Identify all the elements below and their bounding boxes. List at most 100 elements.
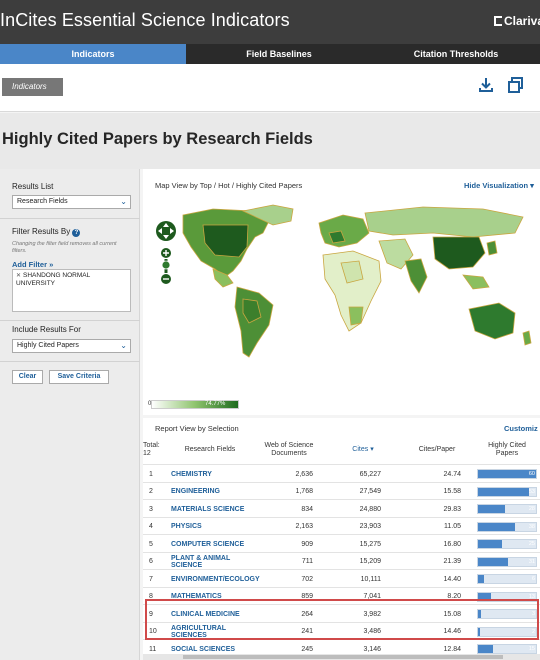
cites-per-paper-cell: 11.05 [444, 523, 461, 530]
hcp-value: 15 [528, 646, 535, 652]
hcp-value: 53 [528, 488, 535, 495]
include-results-value: Highly Cited Papers [17, 342, 79, 349]
filter-chip: ✕ SHANDONG NORMAL UNIVERSITY [16, 272, 128, 288]
hcp-bar: 25 [477, 539, 537, 549]
page-heading: Highly Cited Papers by Research Fields [0, 113, 540, 169]
filter-chip-label: SHANDONG NORMAL UNIVERSITY [16, 272, 90, 287]
chevron-down-icon: ⌄ [120, 341, 127, 350]
brand-mark-icon [494, 16, 502, 26]
hcp-bar: 31 [477, 556, 537, 567]
rank-cell: 6 [149, 558, 153, 565]
field-link[interactable]: MATERIALS SCIENCE [171, 500, 251, 518]
breadcrumb[interactable]: Indicators [2, 78, 63, 96]
field-link[interactable]: ENVIRONMENT/ECOLOGY [171, 570, 260, 588]
cites-cell: 15,209 [359, 558, 381, 565]
documents-cell: 909 [301, 540, 313, 548]
rank-cell: 5 [149, 540, 153, 548]
add-filter-link[interactable]: Add Filter » [12, 260, 53, 269]
divider [0, 320, 140, 321]
filter-results-label: Filter Results By ? [12, 227, 81, 237]
field-link[interactable]: PLANT & ANIMAL SCIENCE [171, 553, 251, 571]
cites-per-paper-header[interactable]: Cites/Paper [409, 446, 465, 454]
save-criteria-button[interactable]: Save Criteria [49, 370, 109, 384]
hcp-value: 25 [528, 541, 535, 547]
hcp-bar: 15 [477, 644, 537, 654]
field-link[interactable]: PHYSICS [171, 518, 251, 536]
hcp-bar: 60 [477, 469, 537, 479]
rank-cell: 4 [149, 523, 153, 530]
tab-citation-thresholds[interactable]: Citation Thresholds [372, 44, 540, 64]
cites-cell: 27,549 [359, 488, 381, 495]
rank-cell: 2 [149, 488, 153, 495]
sort-desc-icon: ▾ [370, 446, 374, 453]
filter-sidebar: Results List Research Fields ⌄ Filter Re… [0, 169, 140, 660]
documents-cell: 1,768 [295, 488, 313, 495]
highly-cited-papers-header[interactable]: Highly Cited Papers [477, 442, 537, 458]
main-nav: Indicators Field Baselines Citation Thre… [0, 44, 540, 64]
horizontal-scrollbar[interactable] [143, 654, 540, 660]
research-fields-header[interactable]: Research Fields [175, 446, 245, 454]
map-visualization: Map View by Top / Hot / Highly Cited Pap… [143, 169, 540, 415]
hcp-value: 60 [528, 471, 535, 477]
cites-per-paper-cell: 16.80 [443, 540, 461, 548]
cites-cell: 24,880 [359, 505, 381, 513]
map-legend [151, 400, 239, 409]
toolbar: Indicators [0, 64, 540, 112]
results-list-select[interactable]: Research Fields ⌄ [12, 195, 131, 209]
cites-per-paper-cell: 15.58 [443, 488, 461, 495]
field-link[interactable]: COMPUTER SCIENCE [171, 535, 251, 553]
hcp-value: 38 [528, 523, 535, 530]
app-header: InCites Essential Science Indicators Cla… [0, 0, 540, 44]
clear-button[interactable]: Clear [12, 370, 43, 384]
hcp-value: 6 [531, 576, 535, 582]
field-link[interactable]: ENGINEERING [171, 483, 251, 501]
hide-visualization-link[interactable]: Hide Visualization ▾ [464, 181, 534, 190]
documents-cell: 2,636 [295, 470, 313, 478]
rank-cell: 3 [149, 505, 153, 513]
hcp-value: 31 [528, 558, 535, 565]
field-link[interactable]: CHEMISTRY [171, 465, 251, 483]
table-row[interactable]: 4 PHYSICS 2,163 23,903 11.05 38 [143, 516, 540, 536]
map-zoom-controls[interactable] [155, 219, 181, 296]
remove-filter-icon[interactable]: ✕ [16, 272, 21, 280]
hcp-bar-fill [478, 505, 506, 513]
results-list-label: Results List [12, 182, 54, 191]
total-header: Total: 12 [143, 442, 160, 457]
cites-header[interactable]: Cites ▾ [343, 446, 383, 454]
legend-max-label: 74.77% [205, 401, 226, 407]
divider [0, 218, 140, 219]
app-title: InCites Essential Science Indicators [0, 10, 290, 30]
tab-field-baselines[interactable]: Field Baselines [186, 44, 372, 64]
world-map[interactable] [143, 203, 540, 363]
table-row[interactable]: 7 ENVIRONMENT/ECOLOGY 702 10,111 14.40 6 [143, 569, 540, 587]
hcp-bar-fill [478, 645, 493, 653]
cites-cell: 15,275 [359, 540, 381, 548]
help-icon[interactable]: ? [72, 229, 81, 237]
cites-cell: 65,227 [359, 470, 381, 478]
customize-link[interactable]: Customiz [504, 424, 538, 433]
cites-header-label: Cites [352, 446, 369, 453]
download-icon[interactable] [477, 76, 495, 94]
documents-cell: 834 [301, 505, 313, 513]
print-icon[interactable] [507, 76, 525, 94]
rank-cell: 1 [149, 470, 153, 478]
filter-note: Changing the filter field removes all cu… [12, 241, 117, 254]
table-row[interactable]: 2 ENGINEERING 1,768 27,549 15.58 53 [143, 481, 540, 501]
table-row[interactable]: 1 CHEMISTRY 2,636 65,227 24.74 60 [143, 464, 540, 482]
hcp-bar-fill [478, 557, 508, 566]
rank-cell: 7 [149, 575, 153, 583]
scrollbar-thumb[interactable] [183, 655, 503, 659]
table-row[interactable]: 5 COMPUTER SCIENCE 909 15,275 16.80 25 [143, 534, 540, 552]
include-results-select[interactable]: Highly Cited Papers ⌄ [12, 339, 131, 353]
tab-indicators[interactable]: Indicators [0, 44, 186, 64]
table-row[interactable]: 6 PLANT & ANIMAL SCIENCE 711 15,209 21.39 31 [143, 551, 540, 571]
table-row[interactable]: 3 MATERIALS SCIENCE 834 24,880 29.83 28 [143, 499, 540, 517]
results-list-value: Research Fields [17, 198, 68, 205]
map-title: Map View by Top / Hot / Highly Cited Pap… [155, 181, 303, 190]
cites-per-paper-cell: 21.39 [443, 558, 461, 565]
cites-cell: 23,903 [359, 523, 381, 530]
hcp-bar-fill [478, 487, 530, 496]
documents-header[interactable]: Web of Science Documents [251, 442, 327, 458]
hcp-bar: 28 [477, 504, 537, 514]
caret-down-icon: ▾ [530, 181, 534, 190]
